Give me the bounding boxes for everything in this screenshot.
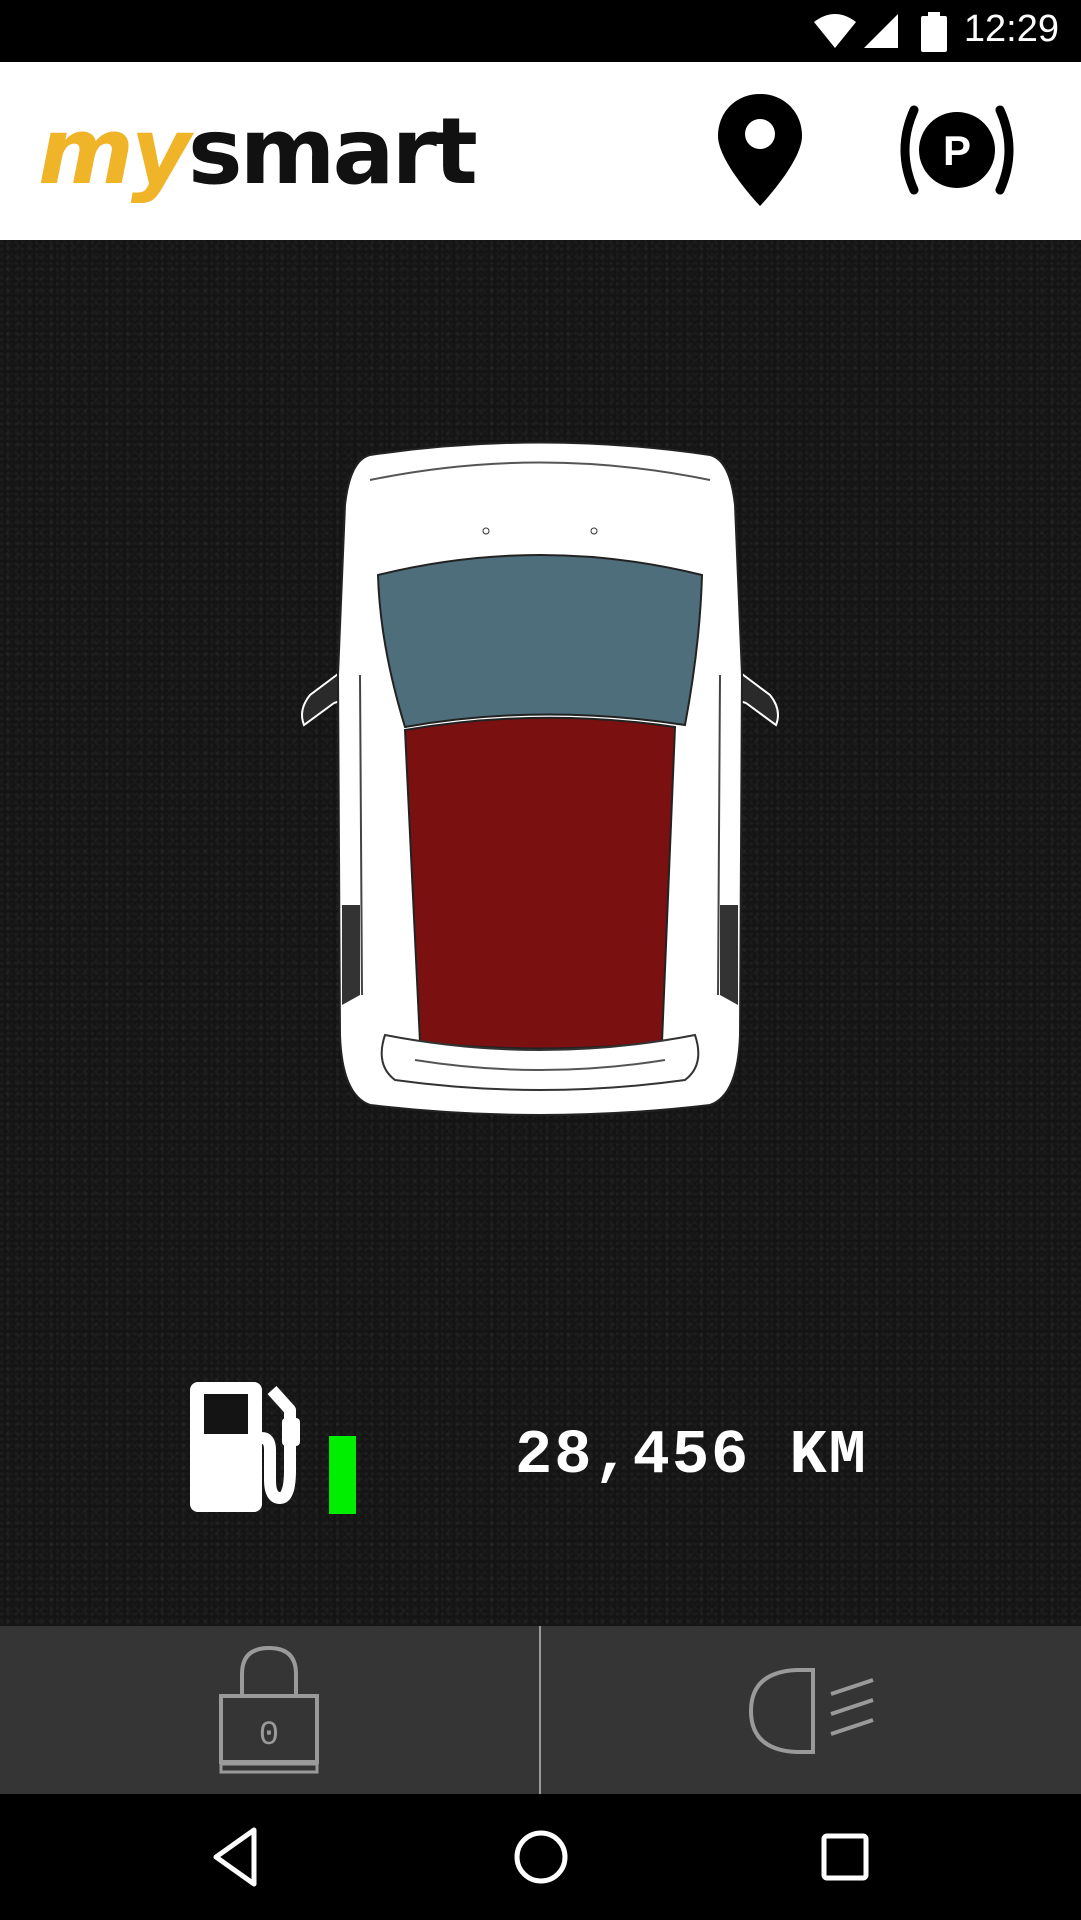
parking-icon: P	[900, 105, 1014, 195]
headlight-icon	[748, 1668, 874, 1754]
parking-letter: P	[943, 127, 971, 174]
wifi-icon	[814, 14, 856, 48]
parking-button[interactable]: P	[892, 90, 1022, 210]
signal-icon	[864, 14, 898, 48]
vehicle-status-panel: 28,456 KM	[0, 240, 1081, 1626]
logo-smart: smart	[187, 98, 478, 205]
fuel-pump-icon	[190, 1382, 356, 1514]
battery-icon	[921, 12, 947, 52]
location-button[interactable]	[700, 90, 820, 210]
back-button[interactable]	[202, 1822, 272, 1892]
system-navigation-bar	[0, 1794, 1081, 1920]
app-logo: mysmart	[38, 102, 478, 202]
home-icon	[514, 1830, 568, 1884]
app-header: mysmart P	[0, 62, 1081, 240]
fuel-level-bar	[329, 1436, 356, 1514]
clock: 12:29	[963, 8, 1059, 50]
action-bar: 0	[0, 1626, 1081, 1794]
lights-button[interactable]	[541, 1626, 1080, 1794]
lock-button[interactable]: 0	[0, 1626, 539, 1794]
odometer-reading: 28,456 KM	[515, 1420, 868, 1491]
lock-number: 0	[259, 1717, 279, 1755]
recents-button[interactable]	[810, 1822, 880, 1892]
fuel-gauge	[190, 1380, 370, 1520]
lock-icon: 0	[219, 1645, 319, 1774]
logo-my: my	[38, 98, 191, 205]
recents-icon	[821, 1833, 869, 1881]
location-pin-icon	[718, 94, 802, 206]
back-icon	[213, 1827, 257, 1887]
home-button[interactable]	[506, 1822, 576, 1892]
status-bar: 12:29	[0, 0, 1081, 62]
car-top-view-image	[301, 441, 779, 1116]
